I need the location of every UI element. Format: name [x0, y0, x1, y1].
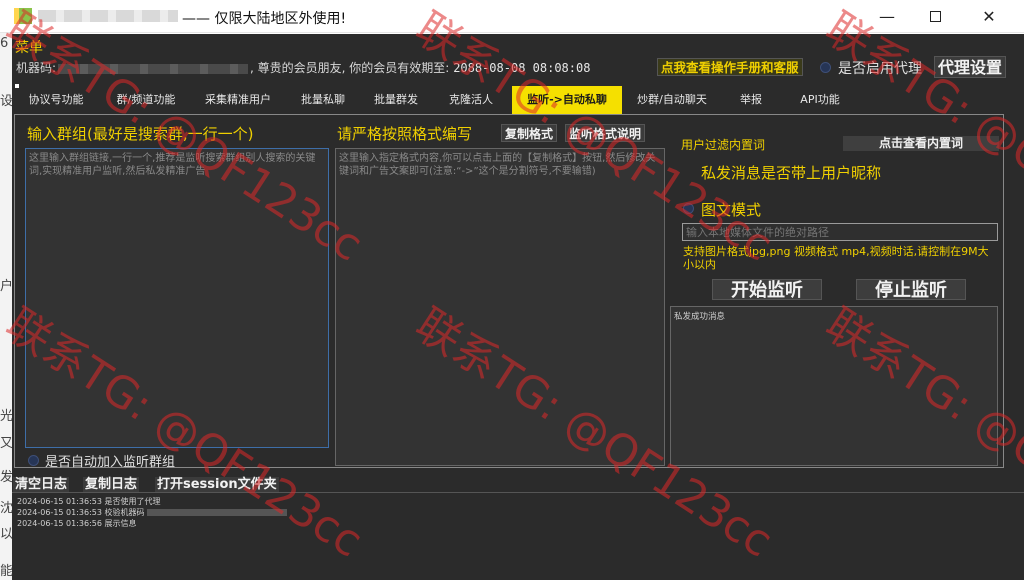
format-label: 请严格按照格式编写 — [337, 125, 473, 143]
proxy-settings-button[interactable]: 代理设置 — [934, 56, 1007, 78]
app-client: 菜单 机器码: , 尊贵的会员朋友, 你的会员有效期至: 2088-08-08 0… — [12, 34, 1024, 580]
manual-button[interactable]: 点我查看操作手册和客服 — [657, 58, 803, 76]
tab-api[interactable]: API功能 — [780, 86, 860, 114]
tab-report[interactable]: 举报 — [722, 86, 780, 114]
open-session-folder-button[interactable]: 打开session文件夹 — [155, 477, 279, 493]
minimize-button[interactable]: — — [864, 0, 910, 33]
maximize-button[interactable] — [912, 0, 958, 33]
auto-join-radio[interactable] — [28, 455, 39, 466]
clear-log-button[interactable]: 清空日志 — [13, 477, 70, 493]
media-path-input[interactable] — [682, 223, 998, 241]
machine-code-redacted — [58, 63, 249, 74]
group-links-textarea[interactable]: 这里输入群组链接,一行一个,推荐是监听搜索群组别人搜索的关键词,实现精准用户监听… — [25, 148, 329, 448]
format-textarea[interactable]: 这里输入指定格式内容,你可以点击上面的【复制格式】按钮,然后修改关键词和广告文案… — [335, 148, 665, 466]
nickname-option-label[interactable]: 私发消息是否带上用户昵称 — [701, 162, 881, 183]
tab-bulk-dm[interactable]: 批量私聊 — [284, 86, 362, 114]
member-text: , 尊贵的会员朋友, 你的会员有效期至: — [250, 61, 450, 75]
machine-info-line: 机器码: , 尊贵的会员朋友, 你的会员有效期至: 2088-08-08 08:0… — [16, 59, 590, 76]
copy-log-button[interactable]: 复制日志 — [83, 477, 140, 493]
tab-monitor-dm[interactable]: 监听->自动私聊 — [512, 86, 622, 114]
tab-bar: 协议号功能 群/频道功能 采集精准用户 批量私聊 批量群发 克隆活人 监听->自… — [12, 86, 1024, 114]
tab-protocol[interactable]: 协议号功能 — [12, 86, 100, 114]
auto-join-label[interactable]: 是否自动加入监听群组 — [45, 451, 175, 470]
start-monitor-button[interactable]: 开始监听 — [712, 279, 822, 301]
menu[interactable]: 菜单 — [15, 37, 43, 57]
expire-date: 2088-08-08 08:08:08 — [453, 61, 591, 75]
window-title: —— 仅限大陆地区外使用! — [182, 11, 347, 27]
close-icon: ✕ — [982, 7, 996, 26]
copy-format-button[interactable]: 复制格式 — [501, 124, 558, 142]
tab-bulk-send[interactable]: 批量群发 — [362, 86, 430, 114]
close-button[interactable]: ✕ — [966, 0, 1012, 33]
monitor-format-help-button[interactable]: 监听格式说明 — [565, 124, 646, 142]
machine-label: 机器码: — [16, 61, 57, 75]
stop-monitor-button[interactable]: 停止监听 — [856, 279, 966, 301]
success-log-box[interactable]: 私发成功消息 — [670, 306, 998, 466]
log-line: 2024-06-15 01:36:53 校验机器码 — [17, 507, 1019, 518]
maximize-icon — [929, 11, 941, 22]
success-log-title: 私发成功消息 — [674, 312, 726, 322]
media-hint: 支持图片格式jpg,png 视频格式 mp4,视频时话,请控制在9M大小以内 — [683, 245, 989, 271]
bg-char: 6 — [0, 36, 9, 51]
title-bar[interactable]: —— 仅限大陆地区外使用! — ✕ — [0, 0, 1024, 33]
app-icon — [14, 8, 32, 24]
log-redacted — [146, 509, 287, 516]
tab-groups[interactable]: 群/频道功能 — [100, 86, 192, 114]
background-window-edge: 6 设 户 光 又 发 沈 以 能 — [0, 0, 13, 580]
title-redacted — [38, 10, 178, 22]
tab-group-chat[interactable]: 炒群/自动聊天 — [622, 86, 722, 114]
log-line: 2024-06-15 01:36:56 展示信息 — [17, 519, 137, 528]
proxy-radio[interactable] — [820, 62, 831, 73]
log-area[interactable]: 2024-06-15 01:36:53 是否使用了代理 2024-06-15 0… — [12, 492, 1024, 580]
tab-collect[interactable]: 采集精准用户 — [192, 86, 284, 114]
minimize-icon: — — [879, 7, 895, 26]
media-mode-radio[interactable] — [683, 203, 694, 214]
tab-clone[interactable]: 克隆活人 — [430, 86, 512, 114]
group-input-label: 输入群组(最好是搜索群,一行一个) — [27, 125, 254, 143]
log-line: 2024-06-15 01:36:53 是否使用了代理 — [17, 497, 161, 506]
monitor-panel: 输入群组(最好是搜索群,一行一个) 请严格按照格式编写 复制格式 监听格式说明 … — [14, 114, 1004, 470]
media-mode-label[interactable]: 图文模式 — [701, 199, 761, 220]
view-filter-words-button[interactable]: 点击查看内置词 — [843, 136, 999, 151]
filter-words-label: 用户过滤内置词 — [681, 138, 766, 152]
proxy-toggle-label[interactable]: 是否启用代理 — [838, 58, 922, 78]
